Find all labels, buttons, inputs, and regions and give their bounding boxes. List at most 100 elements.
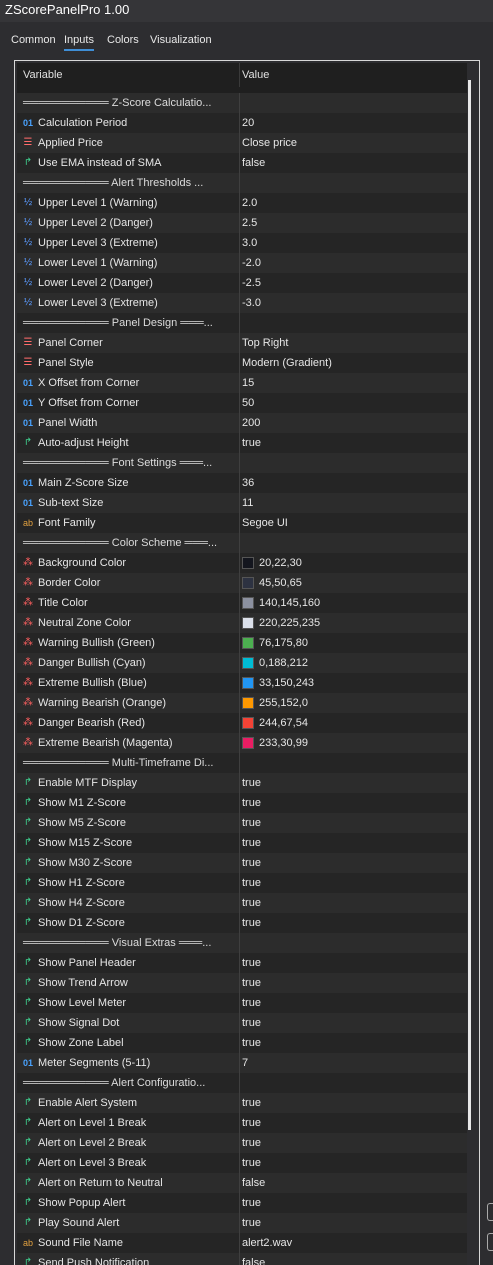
table-row[interactable]: ↱ Show Popup Alert true bbox=[17, 1193, 467, 1213]
table-row[interactable]: ↱ Send Push Notification false bbox=[17, 1253, 467, 1265]
table-row[interactable]: ↱ Show M15 Z-Score true bbox=[17, 833, 467, 853]
table-row[interactable]: ☰ Panel Corner Top Right bbox=[17, 333, 467, 353]
variable-value[interactable]: 36 bbox=[242, 477, 254, 489]
variable-value[interactable]: false bbox=[242, 157, 265, 169]
tab-common[interactable]: Common bbox=[11, 34, 56, 46]
variable-value[interactable]: true bbox=[242, 837, 261, 849]
table-row[interactable]: ⁂ Warning Bullish (Green) 76,175,80 bbox=[17, 633, 467, 653]
variable-value[interactable]: -3.0 bbox=[242, 297, 261, 309]
variable-value[interactable]: Close price bbox=[242, 137, 297, 149]
table-row[interactable]: ½ Upper Level 1 (Warning) 2.0 bbox=[17, 193, 467, 213]
variable-value[interactable]: 200 bbox=[242, 417, 260, 429]
tab-colors[interactable]: Colors bbox=[107, 34, 139, 46]
section-header-row[interactable]: ═══════════ Alert Thresholds ... bbox=[17, 173, 467, 193]
variable-value[interactable]: false bbox=[242, 1177, 265, 1189]
color-swatch[interactable] bbox=[242, 657, 254, 669]
table-row[interactable]: ↱ Enable MTF Display true bbox=[17, 773, 467, 793]
variable-value[interactable]: true bbox=[242, 1217, 261, 1229]
color-swatch[interactable] bbox=[242, 557, 254, 569]
variable-value[interactable]: false bbox=[242, 1257, 265, 1265]
variable-value[interactable]: 255,152,0 bbox=[259, 697, 308, 709]
variable-value[interactable]: -2.0 bbox=[242, 257, 261, 269]
table-row[interactable]: ↱ Show H1 Z-Score true bbox=[17, 873, 467, 893]
variable-value[interactable]: 7 bbox=[242, 1057, 248, 1069]
color-swatch[interactable] bbox=[242, 577, 254, 589]
table-row[interactable]: ½ Lower Level 1 (Warning) -2.0 bbox=[17, 253, 467, 273]
variable-value[interactable]: 140,145,160 bbox=[259, 597, 320, 609]
section-header-row[interactable]: ═══════════ Panel Design ═══... bbox=[17, 313, 467, 333]
table-row[interactable]: ↱ Alert on Return to Neutral false bbox=[17, 1173, 467, 1193]
table-row[interactable]: 01 Panel Width 200 bbox=[17, 413, 467, 433]
table-row[interactable]: 01 Sub-text Size 11 bbox=[17, 493, 467, 513]
variable-value[interactable]: 2.0 bbox=[242, 197, 257, 209]
variable-value[interactable]: true bbox=[242, 857, 261, 869]
table-row[interactable]: ↱ Show Trend Arrow true bbox=[17, 973, 467, 993]
variable-value[interactable]: true bbox=[242, 917, 261, 929]
edge-button-top[interactable] bbox=[487, 1203, 493, 1221]
variable-value[interactable]: -2.5 bbox=[242, 277, 261, 289]
tab-inputs[interactable]: Inputs bbox=[64, 34, 94, 51]
variable-value[interactable]: true bbox=[242, 1097, 261, 1109]
section-header-row[interactable]: ═══════════ Multi-Timeframe Di... bbox=[17, 753, 467, 773]
table-row[interactable]: ½ Lower Level 2 (Danger) -2.5 bbox=[17, 273, 467, 293]
variable-value[interactable]: true bbox=[242, 957, 261, 969]
variable-value[interactable]: true bbox=[242, 797, 261, 809]
table-row[interactable]: ☰ Panel Style Modern (Gradient) bbox=[17, 353, 467, 373]
variable-value[interactable]: alert2.wav bbox=[242, 1237, 292, 1249]
section-header-row[interactable]: ═══════════ Font Settings ═══... bbox=[17, 453, 467, 473]
variable-value[interactable]: true bbox=[242, 1197, 261, 1209]
section-header-row[interactable]: ═══════════ Visual Extras ═══... bbox=[17, 933, 467, 953]
table-row[interactable]: ↱ Show H4 Z-Score true bbox=[17, 893, 467, 913]
column-header-value[interactable]: Value bbox=[242, 69, 269, 81]
table-row[interactable]: ab Sound File Name alert2.wav bbox=[17, 1233, 467, 1253]
variable-value[interactable]: true bbox=[242, 817, 261, 829]
table-row[interactable]: ↱ Show M30 Z-Score true bbox=[17, 853, 467, 873]
table-row[interactable]: ↱ Show Signal Dot true bbox=[17, 1013, 467, 1033]
variable-value[interactable]: 20,22,30 bbox=[259, 557, 302, 569]
table-row[interactable]: 01 Y Offset from Corner 50 bbox=[17, 393, 467, 413]
table-row[interactable]: ↱ Show Zone Label true bbox=[17, 1033, 467, 1053]
table-row[interactable]: ½ Lower Level 3 (Extreme) -3.0 bbox=[17, 293, 467, 313]
vertical-scrollbar[interactable] bbox=[468, 80, 471, 1130]
variable-value[interactable]: 33,150,243 bbox=[259, 677, 314, 689]
table-row[interactable]: ↱ Show D1 Z-Score true bbox=[17, 913, 467, 933]
variable-value[interactable]: true bbox=[242, 897, 261, 909]
color-swatch[interactable] bbox=[242, 737, 254, 749]
variable-value[interactable]: 220,225,235 bbox=[259, 617, 320, 629]
variable-value[interactable]: 45,50,65 bbox=[259, 577, 302, 589]
table-row[interactable]: ⁂ Extreme Bullish (Blue) 33,150,243 bbox=[17, 673, 467, 693]
table-row[interactable]: ☰ Applied Price Close price bbox=[17, 133, 467, 153]
color-swatch[interactable] bbox=[242, 697, 254, 709]
edge-button-bottom[interactable] bbox=[487, 1233, 493, 1251]
color-swatch[interactable] bbox=[242, 717, 254, 729]
table-row[interactable]: ↱ Play Sound Alert true bbox=[17, 1213, 467, 1233]
variable-value[interactable]: Segoe UI bbox=[242, 517, 288, 529]
table-row[interactable]: ⁂ Danger Bullish (Cyan) 0,188,212 bbox=[17, 653, 467, 673]
table-row[interactable]: 01 X Offset from Corner 15 bbox=[17, 373, 467, 393]
variable-value[interactable]: true bbox=[242, 1017, 261, 1029]
variable-value[interactable]: true bbox=[242, 877, 261, 889]
variable-value[interactable]: Modern (Gradient) bbox=[242, 357, 332, 369]
table-row[interactable]: 01 Main Z-Score Size 36 bbox=[17, 473, 467, 493]
variable-value[interactable]: 2.5 bbox=[242, 217, 257, 229]
table-row[interactable]: ⁂ Border Color 45,50,65 bbox=[17, 573, 467, 593]
variable-value[interactable]: true bbox=[242, 1157, 261, 1169]
table-row[interactable]: ↱ Use EMA instead of SMA false bbox=[17, 153, 467, 173]
table-row[interactable]: ↱ Alert on Level 2 Break true bbox=[17, 1133, 467, 1153]
table-row[interactable]: 01 Calculation Period 20 bbox=[17, 113, 467, 133]
table-row[interactable]: ↱ Enable Alert System true bbox=[17, 1093, 467, 1113]
variable-value[interactable]: true bbox=[242, 1137, 261, 1149]
section-header-row[interactable]: ═══════════ Z-Score Calculatio... bbox=[17, 93, 467, 113]
color-swatch[interactable] bbox=[242, 677, 254, 689]
section-header-row[interactable]: ═══════════ Color Scheme ═══... bbox=[17, 533, 467, 553]
variable-value[interactable]: 233,30,99 bbox=[259, 737, 308, 749]
variable-value[interactable]: true bbox=[242, 1117, 261, 1129]
column-separator[interactable] bbox=[239, 63, 240, 87]
variable-value[interactable]: 11 bbox=[242, 497, 253, 509]
variable-value[interactable]: Top Right bbox=[242, 337, 288, 349]
variable-value[interactable]: 50 bbox=[242, 397, 254, 409]
variable-value[interactable]: true bbox=[242, 1037, 261, 1049]
table-row[interactable]: ↱ Alert on Level 3 Break true bbox=[17, 1153, 467, 1173]
table-row[interactable]: ½ Upper Level 3 (Extreme) 3.0 bbox=[17, 233, 467, 253]
variable-value[interactable]: 3.0 bbox=[242, 237, 257, 249]
